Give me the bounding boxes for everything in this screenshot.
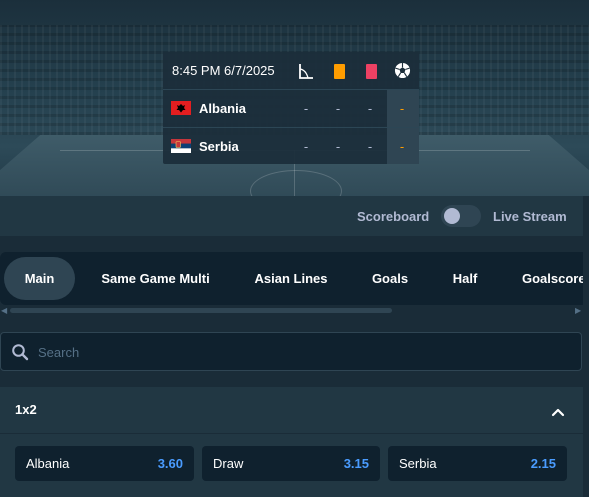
scoreboard-header: 8:45 PM 6/7/2025 — [163, 52, 419, 89]
market-search — [0, 332, 582, 372]
odds-button-home[interactable]: Albania 3.60 — [15, 446, 194, 481]
outcome-label: Albania — [26, 456, 70, 471]
tab-main[interactable]: Main — [4, 257, 75, 300]
team-row-home: Albania - - - - — [163, 89, 419, 127]
odds-button-draw[interactable]: Draw 3.15 — [202, 446, 380, 481]
scoreboard-panel: 8:45 PM 6/7/2025 Albania - - - - Serbia … — [163, 52, 419, 164]
albania-flag-icon — [171, 101, 191, 115]
tabs-horizontal-scrollbar[interactable]: ◀ ▶ — [0, 306, 583, 316]
home-yellow-cards: - — [335, 101, 341, 116]
home-corners: - — [303, 101, 309, 116]
home-goals: - — [399, 101, 405, 116]
market-tabs: Main Same Game Multi Asian Lines Goals H… — [0, 252, 583, 305]
market-title: 1x2 — [15, 402, 37, 417]
corner-flag-icon — [298, 63, 314, 79]
chevron-up-icon[interactable] — [551, 404, 565, 422]
scoreboard-livestream-toggle[interactable] — [441, 205, 481, 227]
tab-half[interactable]: Half — [440, 257, 490, 300]
tab-label: Half — [452, 271, 478, 286]
tab-same-game-multi[interactable]: Same Game Multi — [88, 257, 223, 300]
tab-goals[interactable]: Goals — [359, 257, 421, 300]
search-icon — [11, 343, 29, 366]
home-red-cards: - — [367, 101, 373, 116]
market-header[interactable]: 1x2 — [0, 387, 583, 434]
scoreboard-toggle-bar: Scoreboard Live Stream — [0, 196, 583, 236]
soccer-ball-icon — [393, 61, 411, 79]
tab-label: Goalscore — [522, 271, 583, 286]
team-row-away: Serbia - - - - — [163, 127, 419, 165]
tab-label: Asian Lines — [254, 271, 328, 286]
away-yellow-cards: - — [335, 139, 341, 154]
match-datetime: 8:45 PM 6/7/2025 — [172, 63, 275, 78]
outcome-label: Serbia — [399, 456, 437, 471]
away-goals: - — [399, 139, 405, 154]
red-card-icon — [365, 63, 377, 79]
tab-goalscorer[interactable]: Goalscore — [512, 257, 583, 300]
outcome-price: 3.15 — [343, 456, 369, 471]
team-name-home: Albania — [199, 101, 246, 116]
scroll-right-icon[interactable]: ▶ — [575, 306, 581, 315]
scoreboard-label: Scoreboard — [357, 209, 430, 224]
away-corners: - — [303, 139, 309, 154]
tab-label: Goals — [371, 271, 409, 286]
yellow-card-icon — [333, 63, 345, 79]
tab-label: Same Game Multi — [101, 271, 210, 286]
live-stream-label[interactable]: Live Stream — [493, 209, 567, 224]
team-name-away: Serbia — [199, 139, 239, 154]
tab-label: Main — [24, 271, 55, 286]
odds-button-away[interactable]: Serbia 2.15 — [388, 446, 567, 481]
search-input[interactable] — [36, 333, 560, 372]
away-red-cards: - — [367, 139, 373, 154]
serbia-flag-icon — [171, 139, 191, 154]
outcome-price: 2.15 — [530, 456, 556, 471]
outcome-label: Draw — [213, 456, 244, 471]
toggle-knob — [444, 208, 460, 224]
tab-asian-lines[interactable]: Asian Lines — [243, 257, 339, 300]
scrollbar-thumb[interactable] — [10, 308, 392, 313]
outcome-price: 3.60 — [157, 456, 183, 471]
scroll-left-icon[interactable]: ◀ — [1, 306, 7, 315]
